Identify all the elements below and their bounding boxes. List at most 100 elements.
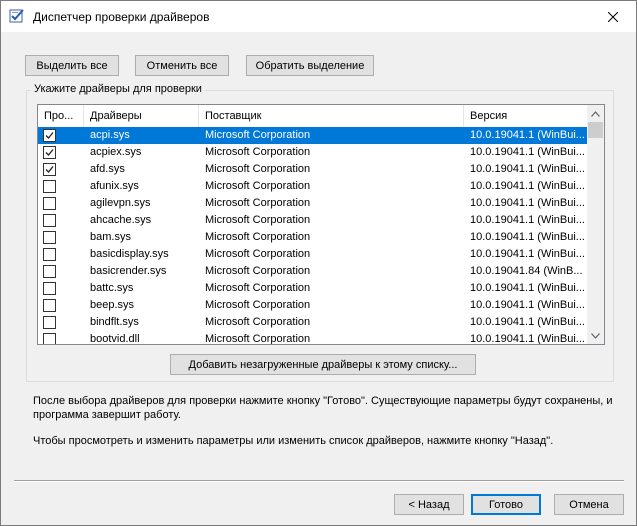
version-cell: 10.0.19041.1 (WinBui... [470, 180, 585, 192]
driver-name-cell: bam.sys [90, 231, 131, 243]
vendor-cell: Microsoft Corporation [205, 163, 311, 175]
chevron-down-icon [591, 332, 600, 339]
title-bar[interactable]: Диспетчер проверки драйверов [1, 1, 636, 32]
driver-name-cell: basicdisplay.sys [90, 248, 169, 260]
footer-separator [14, 480, 624, 482]
table-row[interactable]: agilevpn.sys Microsoft Corporation 10.0.19… [38, 195, 588, 212]
table-row[interactable]: acpi.sys Microsoft Corporation 10.0.19041.… [38, 127, 588, 144]
driver-name-cell: acpiex.sys [90, 146, 142, 158]
list-rows: acpi.sys Microsoft Corporation 10.0.19041.… [38, 127, 588, 345]
table-row[interactable]: afd.sys Microsoft Corporation 10.0.19041.1… [38, 161, 588, 178]
verify-checkbox[interactable] [43, 146, 56, 159]
column-header-vendor[interactable]: Поставщик [199, 105, 464, 127]
version-cell: 10.0.19041.1 (WinBui... [470, 316, 585, 328]
column-header-verify[interactable]: Про... [38, 105, 84, 127]
version-cell: 10.0.19041.1 (WinBui... [470, 129, 585, 141]
verifier-window: Диспетчер проверки драйверов Выделить вс… [0, 0, 637, 526]
vendor-cell: Microsoft Corporation [205, 197, 311, 209]
vendor-cell: Microsoft Corporation [205, 146, 311, 158]
table-row[interactable]: ahcache.sys Microsoft Corporation 10.0.190… [38, 212, 588, 229]
verify-cell [38, 331, 84, 344]
table-row[interactable]: battc.sys Microsoft Corporation 10.0.19041… [38, 280, 588, 297]
verify-cell [38, 297, 84, 314]
scroll-thumb[interactable] [588, 122, 603, 138]
chevron-up-icon [591, 110, 600, 117]
check-icon [45, 132, 54, 139]
verify-checkbox[interactable] [43, 248, 56, 261]
table-row[interactable]: bindflt.sys Microsoft Corporation 10.0.190… [38, 314, 588, 331]
verify-checkbox[interactable] [43, 129, 56, 142]
verify-checkbox[interactable] [43, 282, 56, 295]
close-button[interactable] [590, 1, 636, 32]
scroll-up-button[interactable] [587, 105, 604, 122]
drivers-group-label: Укажите драйверы для проверки [31, 83, 205, 95]
verify-cell [38, 127, 84, 144]
verify-cell [38, 178, 84, 195]
back-button[interactable]: < Назад [394, 494, 464, 515]
version-cell: 10.0.19041.1 (WinBui... [470, 282, 585, 294]
driver-name-cell: battc.sys [90, 282, 134, 294]
verify-checkbox[interactable] [43, 197, 56, 210]
driver-name-cell: bootvid.dll [90, 333, 140, 345]
vendor-cell: Microsoft Corporation [205, 282, 311, 294]
verify-checkbox[interactable] [43, 299, 56, 312]
verify-cell [38, 161, 84, 178]
verify-cell [38, 195, 84, 212]
table-row[interactable]: bootvid.dll Microsoft Corporation 10.0.190… [38, 331, 588, 345]
scroll-down-button[interactable] [587, 327, 604, 344]
close-icon [608, 11, 618, 22]
window-title: Диспетчер проверки драйверов [33, 10, 210, 24]
verify-checkbox[interactable] [43, 180, 56, 193]
list-header: Про... Драйверы Поставщик Версия [38, 105, 588, 128]
vendor-cell: Microsoft Corporation [205, 214, 311, 226]
vendor-cell: Microsoft Corporation [205, 265, 311, 277]
version-cell: 10.0.19041.84 (WinB... [470, 265, 583, 277]
version-cell: 10.0.19041.1 (WinBui... [470, 231, 585, 243]
table-row[interactable]: basicdisplay.sys Microsoft Corporation 10.… [38, 246, 588, 263]
column-header-drivers[interactable]: Драйверы [84, 105, 199, 127]
version-cell: 10.0.19041.1 (WinBui... [470, 214, 585, 226]
info-text-finish: После выбора драйверов для проверки нажм… [33, 395, 613, 421]
driver-name-cell: afunix.sys [90, 180, 139, 192]
invert-selection-button[interactable]: Обратить выделение [246, 55, 374, 76]
verify-cell [38, 212, 84, 229]
vertical-scrollbar[interactable] [587, 105, 604, 344]
select-all-button[interactable]: Выделить все [25, 55, 119, 76]
verify-checkbox[interactable] [43, 333, 56, 344]
table-row[interactable]: bam.sys Microsoft Corporation 10.0.19041.1… [38, 229, 588, 246]
driver-name-cell: afd.sys [90, 163, 125, 175]
check-icon [45, 166, 54, 173]
verify-cell [38, 263, 84, 280]
cancel-button[interactable]: Отмена [554, 494, 624, 515]
version-cell: 10.0.19041.1 (WinBui... [470, 163, 585, 175]
driver-name-cell: acpi.sys [90, 129, 130, 141]
version-cell: 10.0.19041.1 (WinBui... [470, 248, 585, 260]
verify-checkbox[interactable] [43, 214, 56, 227]
driver-name-cell: basicrender.sys [90, 265, 167, 277]
verify-cell [38, 144, 84, 161]
table-row[interactable]: afunix.sys Microsoft Corporation 10.0.1904… [38, 178, 588, 195]
verify-checkbox[interactable] [43, 316, 56, 329]
verify-checkbox[interactable] [43, 265, 56, 278]
table-row[interactable]: acpiex.sys Microsoft Corporation 10.0.1904… [38, 144, 588, 161]
column-header-version[interactable]: Версия [464, 105, 588, 127]
info-text-back: Чтобы просмотреть и изменить параметры и… [33, 435, 554, 447]
verify-checkbox[interactable] [43, 163, 56, 176]
vendor-cell: Microsoft Corporation [205, 299, 311, 311]
finish-button[interactable]: Готово [471, 494, 541, 515]
vendor-cell: Microsoft Corporation [205, 180, 311, 192]
vendor-cell: Microsoft Corporation [205, 231, 311, 243]
add-unloaded-drivers-button[interactable]: Добавить незагруженные драйверы к этому … [170, 354, 476, 375]
table-row[interactable]: basicrender.sys Microsoft Corporation 10.0… [38, 263, 588, 280]
verify-cell [38, 314, 84, 331]
driver-name-cell: ahcache.sys [90, 214, 152, 226]
deselect-all-button[interactable]: Отменить все [135, 55, 229, 76]
table-row[interactable]: beep.sys Microsoft Corporation 10.0.19041.… [38, 297, 588, 314]
version-cell: 10.0.19041.1 (WinBui... [470, 333, 585, 345]
check-icon [45, 149, 54, 156]
verify-checkbox[interactable] [43, 231, 56, 244]
driver-name-cell: bindflt.sys [90, 316, 139, 328]
vendor-cell: Microsoft Corporation [205, 129, 311, 141]
drivers-list[interactable]: Про... Драйверы Поставщик Версия acpi.sy… [37, 104, 605, 345]
driver-name-cell: agilevpn.sys [90, 197, 151, 209]
